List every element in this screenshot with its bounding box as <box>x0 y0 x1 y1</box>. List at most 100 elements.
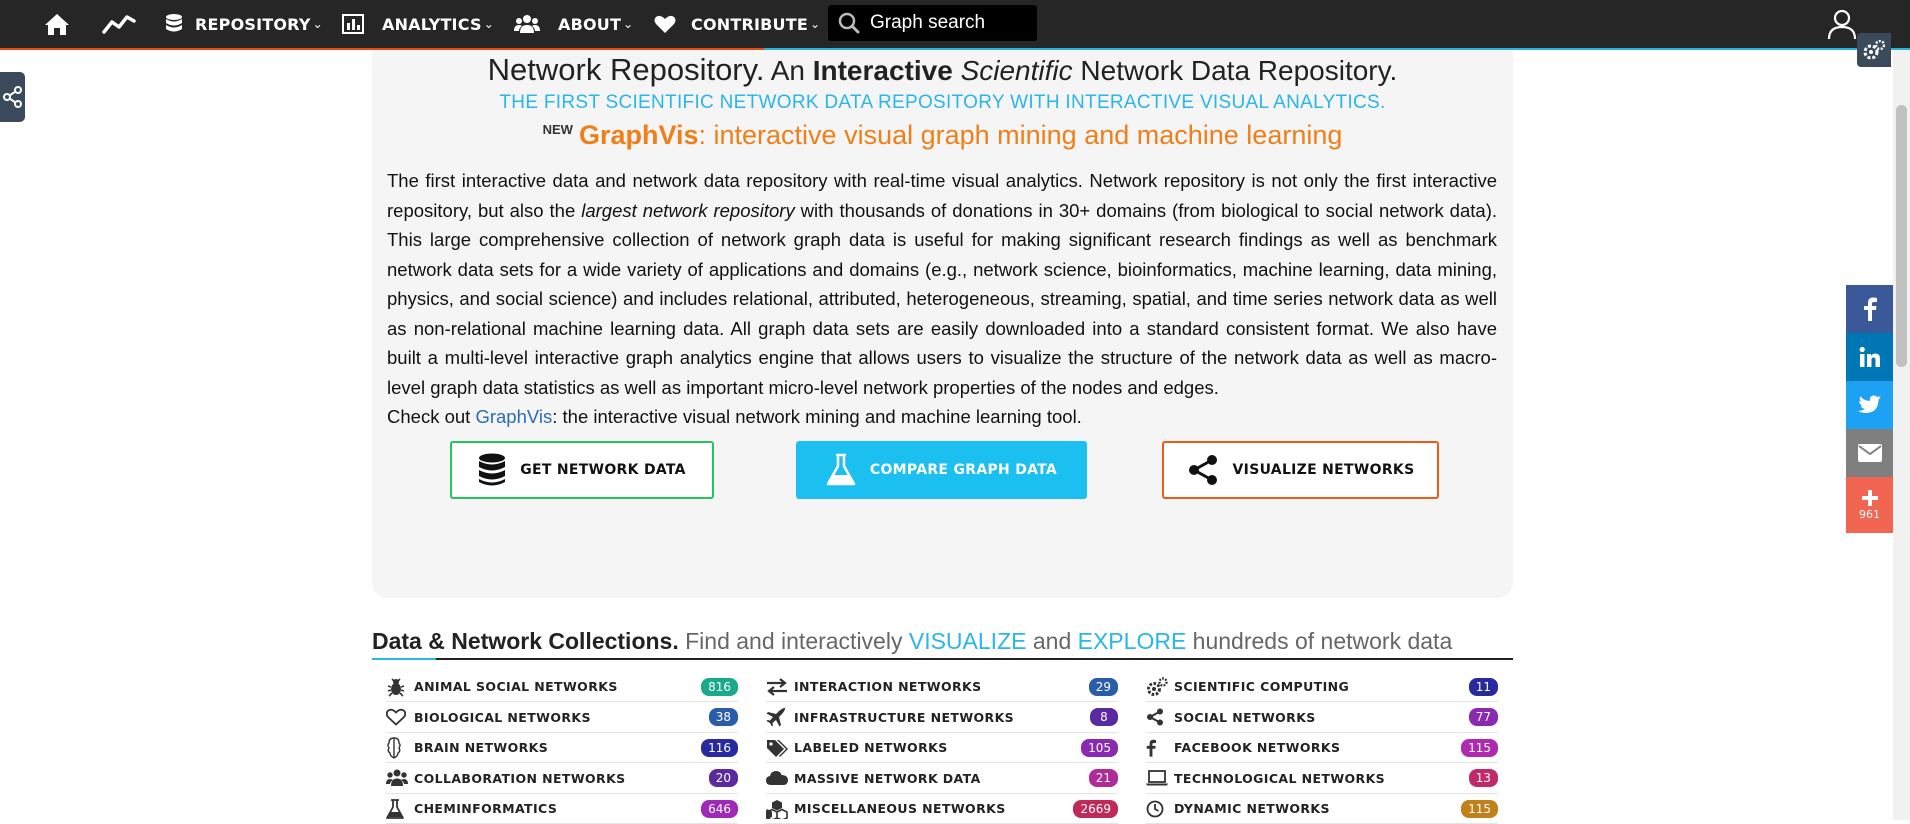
new-tag: NEW <box>542 122 573 137</box>
nav-analytics-label: ANALYTICS <box>382 14 482 34</box>
linkedin-share-button[interactable] <box>1846 333 1893 381</box>
settings-tab[interactable] <box>1857 33 1891 67</box>
title-part-d: Scientific <box>960 55 1073 86</box>
twitter-icon <box>1857 395 1881 413</box>
facebook-icon <box>1146 739 1174 757</box>
more-share-button[interactable]: 961 <box>1846 477 1893 533</box>
page-title: Network Repository. An Interactive Scien… <box>372 52 1513 88</box>
collections-heading: Data & Network Collections. Find and int… <box>372 628 1513 658</box>
page-scrollbar[interactable] <box>1893 50 1910 820</box>
title-part-c: Interactive <box>812 55 953 86</box>
collection-item[interactable]: INTERACTION NETWORKS 29 <box>766 672 1118 702</box>
collection-label: MISCELLANEOUS NETWORKS <box>794 801 1006 816</box>
explore-link[interactable]: EXPLORE <box>1078 628 1187 654</box>
collection-count-badge: 21 <box>1088 769 1118 787</box>
collection-item[interactable]: SOCIAL NETWORKS 77 <box>1146 703 1498 733</box>
collection-item[interactable]: LABELED NETWORKS 105 <box>766 733 1118 763</box>
get-network-data-button[interactable]: GET NETWORK DATA <box>450 441 714 499</box>
collections-title: Data & Network Collections. <box>372 628 679 654</box>
trends-link[interactable] <box>102 0 136 48</box>
collection-item[interactable]: INFRASTRUCTURE NETWORKS 8 <box>766 703 1118 733</box>
collection-label: CHEMINFORMATICS <box>414 801 558 816</box>
bar-chart-icon <box>342 14 364 34</box>
visualize-link[interactable]: VISUALIZE <box>909 628 1027 654</box>
nav-repository[interactable]: REPOSITORY ⌄ <box>165 0 323 48</box>
scrollbar-thumb[interactable] <box>1896 105 1907 367</box>
collections-divider <box>372 658 1513 660</box>
collection-label: FACEBOOK NETWORKS <box>1174 740 1341 755</box>
email-icon <box>1857 444 1882 462</box>
brain-icon <box>386 736 414 759</box>
collection-count-badge: 105 <box>1081 738 1118 757</box>
graphvis-tagline: : interactive visual graph mining and ma… <box>698 120 1343 150</box>
email-share-button[interactable] <box>1846 429 1893 477</box>
desc-text-4: : the interactive visual network mining … <box>552 406 1082 427</box>
nav-contribute-label: CONTRIBUTE <box>691 14 808 34</box>
collection-item[interactable]: TECHNOLOGICAL NETWORKS 13 <box>1146 764 1498 794</box>
collection-count-badge: 115 <box>1461 738 1498 757</box>
collection-count-badge: 13 <box>1468 769 1498 787</box>
collection-count-badge: 38 <box>708 708 738 726</box>
cloud-icon <box>766 770 794 786</box>
search-icon <box>838 12 860 34</box>
home-link[interactable] <box>44 0 70 48</box>
share-side-tab[interactable] <box>0 72 25 122</box>
compare-graph-data-button[interactable]: COMPARE GRAPH DATA <box>796 441 1087 499</box>
collection-label: COLLABORATION NETWORKS <box>414 770 626 786</box>
collection-item[interactable]: BRAIN NETWORKS 116 <box>386 733 738 763</box>
desc-text-3: Check out <box>387 406 476 427</box>
graphvis-link[interactable]: GraphVis <box>475 406 552 427</box>
collection-label: INFRASTRUCTURE NETWORKS <box>794 709 1015 725</box>
user-icon <box>1827 9 1857 40</box>
title-part-e: Network Data Repository. <box>1072 55 1398 86</box>
collection-label: SCIENTIFIC COMPUTING <box>1174 679 1350 694</box>
collection-item[interactable]: FACEBOOK NETWORKS 115 <box>1146 733 1498 763</box>
share-icon <box>1146 708 1174 726</box>
collection-item[interactable]: MASSIVE NETWORK DATA 21 <box>766 764 1118 794</box>
graphvis-announcement[interactable]: NEW GraphVis: interactive visual graph mi… <box>372 120 1513 151</box>
users-icon <box>514 15 540 33</box>
nav-analytics[interactable]: ANALYTICS ⌄ <box>342 0 494 48</box>
collection-item[interactable]: BIOLOGICAL NETWORKS 38 <box>386 703 738 733</box>
repository-description: The first interactive data and network d… <box>387 166 1497 432</box>
plane-icon <box>766 707 794 727</box>
heart-outline-icon <box>386 708 414 726</box>
collection-count-badge: 8 <box>1090 708 1118 726</box>
collection-item[interactable]: ANIMAL SOCIAL NETWORKS 816 <box>386 672 738 702</box>
database-icon <box>479 453 506 486</box>
collection-count-badge: 116 <box>701 738 738 757</box>
clock-icon <box>1146 800 1174 818</box>
collection-count-badge: 20 <box>708 769 738 787</box>
collections-text-1: Find and interactively <box>678 628 909 654</box>
graphvis-name: GraphVis <box>578 120 699 150</box>
graph-search-input[interactable] <box>870 12 1020 34</box>
collection-label: BIOLOGICAL NETWORKS <box>414 709 591 725</box>
tags-icon <box>766 739 794 757</box>
chevron-down-icon: ⌄ <box>809 17 821 31</box>
plus-icon <box>1861 489 1878 506</box>
facebook-share-button[interactable] <box>1846 285 1893 333</box>
collection-label: INTERACTION NETWORKS <box>794 679 982 694</box>
nav-contribute[interactable]: CONTRIBUTE ⌄ <box>654 0 820 48</box>
desc-emphasis: largest network repository <box>581 199 795 221</box>
nav-about[interactable]: ABOUT ⌄ <box>514 0 633 48</box>
exchange-icon <box>766 677 794 696</box>
collection-item[interactable]: COLLABORATION NETWORKS 20 <box>386 764 738 794</box>
compare-graph-data-label: COMPARE GRAPH DATA <box>869 462 1058 478</box>
share-network-icon <box>1188 455 1217 485</box>
group-icon <box>386 769 414 787</box>
twitter-share-button[interactable] <box>1846 381 1893 429</box>
collection-item[interactable]: SCIENTIFIC COMPUTING 11 <box>1146 672 1498 702</box>
collection-label: DYNAMIC NETWORKS <box>1174 801 1330 816</box>
collection-count-badge: 2669 <box>1073 799 1118 818</box>
top-navbar: REPOSITORY ⌄ ANALYTICS ⌄ ABOUT ⌄ CONTRIBUTE… <box>0 0 1910 50</box>
user-account-button[interactable] <box>1826 8 1858 44</box>
flask-icon <box>826 453 856 486</box>
linkedin-icon <box>1859 346 1880 367</box>
share-count: 961 <box>1859 507 1880 521</box>
cubes-icon <box>766 799 794 819</box>
home-icon <box>45 14 69 35</box>
collection-label: BRAIN NETWORKS <box>414 740 549 755</box>
visualize-networks-button[interactable]: VISUALIZE NETWORKS <box>1162 441 1439 499</box>
graph-search[interactable] <box>828 5 1037 41</box>
